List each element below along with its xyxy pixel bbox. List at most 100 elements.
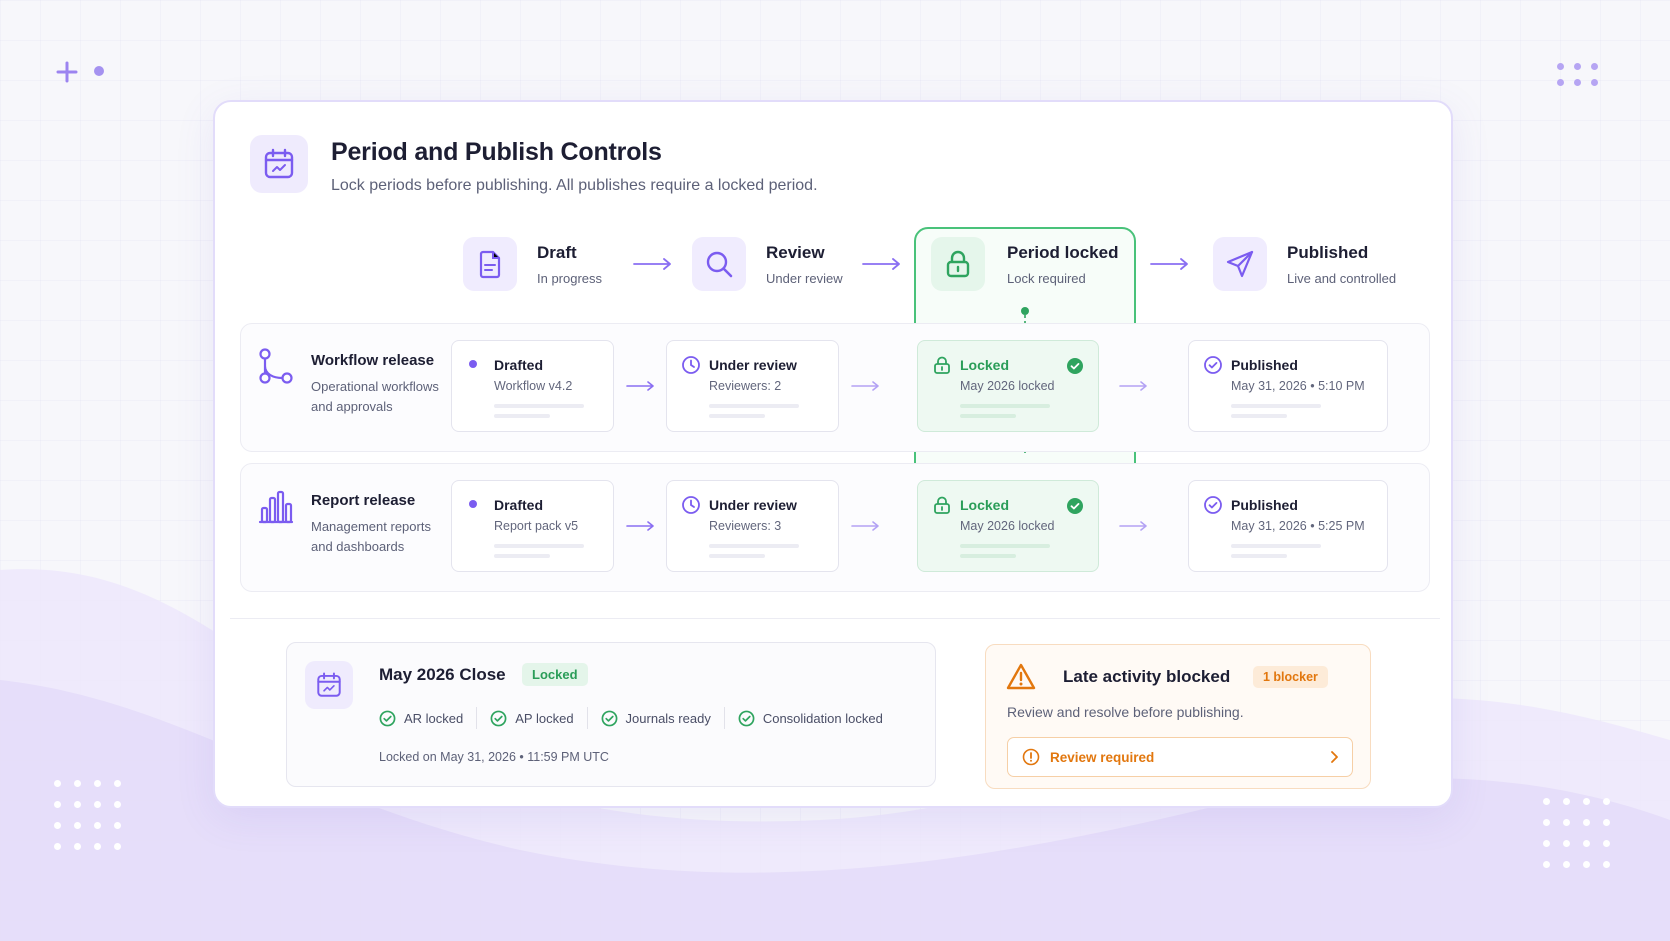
row-title: Workflow release (311, 352, 435, 369)
stage-review: Review Under review (692, 237, 843, 291)
workflow-icon (257, 348, 301, 417)
close-checklist: AR locked AP locked Journals ready Conso… (379, 707, 883, 729)
cell-locked[interactable]: Locked May 2026 locked (917, 480, 1099, 572)
cell-sub: Report pack v5 (494, 519, 579, 533)
lock-icon (934, 356, 950, 374)
stage-label: Draft (537, 242, 577, 262)
cell-sub: Reviewers: 2 (709, 379, 782, 393)
dotgrid-decoration-bottom-right (1543, 798, 1610, 868)
row-info: Report release Management reports and da… (257, 488, 451, 557)
stage-published: Published Live and controlled (1213, 237, 1396, 291)
status-dot-icon (469, 500, 477, 508)
dot-decoration (94, 66, 104, 76)
page-title: Period and Publish Controls (331, 138, 662, 166)
document-icon (463, 237, 517, 291)
send-icon (1213, 237, 1267, 291)
plus-decoration-icon (56, 61, 78, 83)
late-activity-panel: Late activity blocked 1 blocker Review a… (985, 644, 1371, 789)
calendar-icon (250, 135, 308, 193)
period-close-panel: May 2026 Close Locked AR locked AP locke… (286, 642, 936, 787)
check-circle-outline-icon (601, 710, 617, 726)
publish-controls-card: Period and Publish Controls Lock periods… (213, 100, 1453, 808)
release-row-report: Report release Management reports and da… (240, 463, 1430, 592)
check-circle-icon (1067, 358, 1083, 374)
cell-locked[interactable]: Locked May 2026 locked (917, 340, 1099, 432)
check-circle-icon (1067, 498, 1083, 514)
arrow-right-icon (626, 381, 654, 391)
stage-label: Period locked (1007, 242, 1119, 262)
cell-under-review[interactable]: Under review Reviewers: 2 (666, 340, 839, 432)
stage-period-locked: Period locked Lock required (931, 237, 1118, 291)
cell-sub: Reviewers: 3 (709, 519, 782, 533)
check-label: AP locked (515, 710, 574, 726)
cell-published[interactable]: Published May 31, 2026 • 5:10 PM (1188, 340, 1388, 432)
lock-icon (931, 237, 985, 291)
status-dot-icon (469, 360, 477, 368)
check-label: Journals ready (625, 710, 711, 726)
stage-sub: Live and controlled (1287, 270, 1397, 286)
stage-label: Review (766, 242, 825, 262)
row-description: Management reports and dashboards (311, 519, 431, 554)
check-circle-outline-icon (379, 710, 396, 726)
blocker-count-badge: 1 blocker (1253, 666, 1328, 688)
search-icon (692, 237, 746, 291)
arrow-right-icon (626, 521, 654, 531)
divider (230, 618, 1440, 619)
lock-icon (934, 496, 950, 514)
cell-drafted[interactable]: Drafted Workflow v4.2 (451, 340, 614, 432)
arrow-right-icon (851, 521, 879, 531)
cell-sub: May 31, 2026 • 5:25 PM (1231, 519, 1365, 533)
check-item: AP locked (490, 710, 574, 727)
clock-icon (682, 496, 700, 514)
page-subtitle: Lock periods before publishing. All publ… (331, 177, 818, 194)
check-label: AR locked (404, 710, 464, 726)
cell-title: Under review (709, 357, 797, 373)
dotgrid-decoration-bottom-left (54, 780, 121, 850)
cell-published[interactable]: Published May 31, 2026 • 5:25 PM (1188, 480, 1388, 572)
alert-circle-icon (1022, 748, 1040, 766)
calendar-icon (305, 661, 353, 709)
cell-drafted[interactable]: Drafted Report pack v5 (451, 480, 614, 572)
arrow-right-icon (862, 258, 900, 270)
check-circle-outline-icon (1204, 496, 1222, 514)
cell-sub: Workflow v4.2 (494, 379, 573, 393)
chevron-right-icon (1331, 751, 1338, 763)
cell-title: Drafted (494, 497, 544, 513)
blocker-description: Review and resolve before publishing. (1007, 704, 1244, 720)
review-required-label: Review required (1050, 749, 1155, 765)
stage-draft: Draft In progress (463, 237, 602, 291)
cell-sub: May 2026 locked (960, 519, 1055, 533)
locked-timestamp: Locked on May 31, 2026 • 11:59 PM UTC (379, 750, 609, 764)
cell-sub: May 2026 locked (960, 379, 1055, 393)
dotgrid-decoration-top-right (1557, 63, 1598, 86)
release-row-workflow: Workflow release Operational workflows a… (240, 323, 1430, 452)
check-circle-outline-icon (1204, 356, 1222, 374)
arrow-right-icon (1150, 258, 1188, 270)
arrow-right-icon (1119, 521, 1147, 531)
arrow-right-icon (633, 258, 671, 270)
cell-title: Published (1231, 497, 1298, 513)
bar-chart-icon (257, 488, 301, 557)
stage-label: Published (1287, 242, 1369, 262)
cell-title: Locked (960, 357, 1010, 373)
check-item: AR locked (379, 710, 463, 727)
row-description: Operational workflows and approvals (311, 379, 439, 414)
cell-title: Published (1231, 357, 1298, 373)
blocker-title: Late activity blocked (1063, 667, 1231, 686)
cell-sub: May 31, 2026 • 5:10 PM (1231, 379, 1365, 393)
review-required-button[interactable]: Review required (1007, 737, 1353, 777)
stage-sub: Lock required (1007, 270, 1086, 286)
cell-title: Under review (709, 497, 797, 513)
clock-icon (682, 356, 700, 374)
cell-under-review[interactable]: Under review Reviewers: 3 (666, 480, 839, 572)
cell-title: Locked (960, 497, 1010, 513)
check-circle-outline-icon (738, 710, 755, 726)
check-label: Consolidation locked (762, 710, 883, 726)
check-item: Consolidation locked (738, 710, 883, 727)
arrow-right-icon (851, 381, 879, 391)
close-title: May 2026 Close (379, 665, 506, 684)
cell-title: Drafted (494, 357, 544, 373)
arrow-right-icon (1119, 381, 1147, 391)
check-circle-outline-icon (490, 710, 507, 726)
row-title: Report release (311, 492, 416, 509)
